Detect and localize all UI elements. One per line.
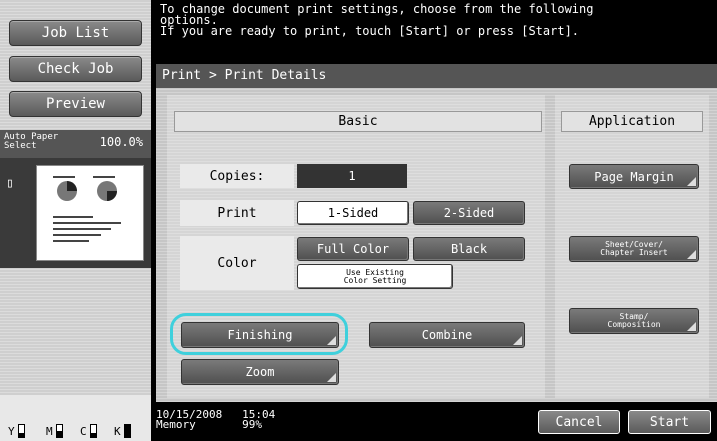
job-list-button[interactable]: Job List <box>9 20 142 46</box>
print-label: Print <box>180 200 294 226</box>
page-icon: ▯ <box>6 176 14 191</box>
sheet-cover-chapter-insert-button[interactable]: Sheet/Cover/ Chapter Insert <box>569 236 699 262</box>
one-sided-button[interactable]: 1-Sided <box>297 201 409 225</box>
color-label: Color <box>180 236 294 290</box>
paper-zoom-setting: Auto Paper Select 100.0% <box>0 130 151 158</box>
zoom-value: 100.0% <box>99 135 143 149</box>
start-button[interactable]: Start <box>628 410 711 434</box>
use-existing-color-button[interactable]: Use Existing Color Setting <box>297 264 453 289</box>
copies-value[interactable]: 1 <box>297 164 407 188</box>
copies-label: Copies: <box>180 164 294 188</box>
tab-basic: Basic <box>174 111 542 132</box>
memory-status: Memory 99% <box>156 418 262 431</box>
finishing-button[interactable]: Finishing <box>181 322 339 348</box>
page-margin-button[interactable]: Page Margin <box>569 164 699 189</box>
black-button[interactable]: Black <box>413 237 525 261</box>
thumbnail-image <box>53 176 121 242</box>
instruction-message: To change document print settings, choos… <box>160 2 594 38</box>
stamp-composition-button[interactable]: Stamp/ Composition <box>569 308 699 334</box>
paper-select-label: Auto Paper Select <box>4 132 59 151</box>
zoom-button[interactable]: Zoom <box>181 359 339 385</box>
toner-k: K <box>114 424 131 438</box>
toner-y: Y <box>8 424 25 438</box>
preview-button[interactable]: Preview <box>9 91 142 117</box>
toner-m: M <box>46 424 63 438</box>
toner-c: C <box>80 424 97 438</box>
two-sided-button[interactable]: 2-Sided <box>413 201 525 225</box>
tab-application: Application <box>561 111 703 132</box>
cancel-button[interactable]: Cancel <box>538 410 620 434</box>
status-bar: 10/15/2008 15:04 Memory 99% <box>156 409 416 441</box>
check-job-button[interactable]: Check Job <box>9 56 142 82</box>
page-thumbnail <box>36 165 144 261</box>
full-color-button[interactable]: Full Color <box>297 237 409 261</box>
breadcrumb: Print > Print Details <box>156 64 717 88</box>
combine-button[interactable]: Combine <box>369 322 525 348</box>
